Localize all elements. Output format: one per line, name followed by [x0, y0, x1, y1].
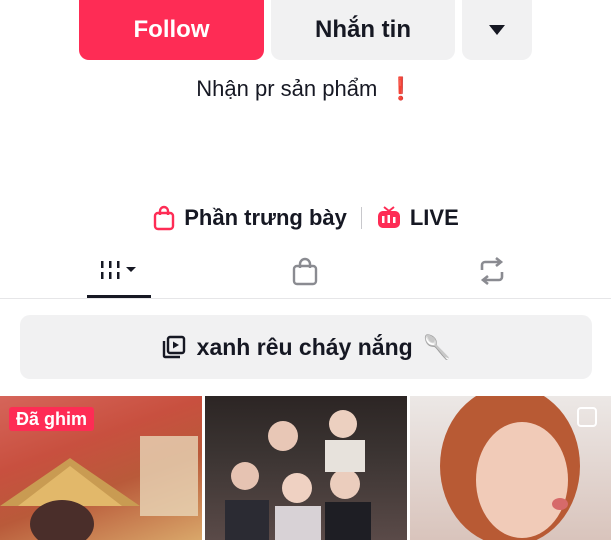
- message-label: Nhắn tin: [315, 16, 411, 43]
- profile-bio: Nhận pr sản phẩm ❗: [0, 76, 611, 102]
- showcase-label: Phần trưng bày: [184, 205, 347, 230]
- live-link[interactable]: LIVE: [376, 205, 459, 231]
- video-thumbnail[interactable]: [410, 396, 611, 540]
- tab-reposts[interactable]: [460, 245, 524, 297]
- pinned-badge: Đã ghim: [9, 407, 95, 431]
- video-thumbnail[interactable]: [205, 396, 407, 540]
- profile-links: Phần trưng bày LIVE: [0, 205, 611, 231]
- profile-tabs: [0, 245, 611, 299]
- follow-button[interactable]: Follow: [79, 0, 264, 60]
- live-label: LIVE: [409, 205, 459, 230]
- bag-icon: [292, 257, 318, 286]
- chevron-down-icon: [126, 267, 136, 272]
- showcase-link[interactable]: Phần trưng bày: [152, 205, 347, 231]
- exclamation-emoji: ❗: [387, 76, 415, 101]
- tab-videos[interactable]: [87, 245, 151, 297]
- tab-shop[interactable]: [273, 245, 337, 297]
- shopping-bag-icon: [154, 205, 175, 231]
- playlist-icon: [162, 335, 185, 359]
- thumbnail-image: [440, 396, 597, 540]
- bio-text: Nhận pr sản phẩm: [196, 76, 378, 101]
- triangle-down-icon: [489, 25, 505, 35]
- message-button[interactable]: Nhắn tin: [271, 0, 455, 60]
- active-tab-indicator: [87, 295, 151, 298]
- thumbnail-image: [225, 410, 371, 540]
- more-options-button[interactable]: [462, 0, 532, 60]
- video-grid: Đã ghim: [0, 396, 611, 540]
- grid-icon: [101, 261, 136, 279]
- repost-icon: [480, 256, 504, 286]
- playlist-label: xanh rêu cháy nắng: [196, 333, 413, 360]
- follow-label: Follow: [133, 16, 210, 43]
- video-thumbnail[interactable]: Đã ghim: [0, 396, 202, 540]
- playlist-button[interactable]: xanh rêu cháy nắng 🥄: [20, 315, 592, 379]
- link-divider: [360, 207, 362, 229]
- spoon-emoji: 🥄: [422, 333, 452, 360]
- live-tv-icon: [377, 206, 400, 228]
